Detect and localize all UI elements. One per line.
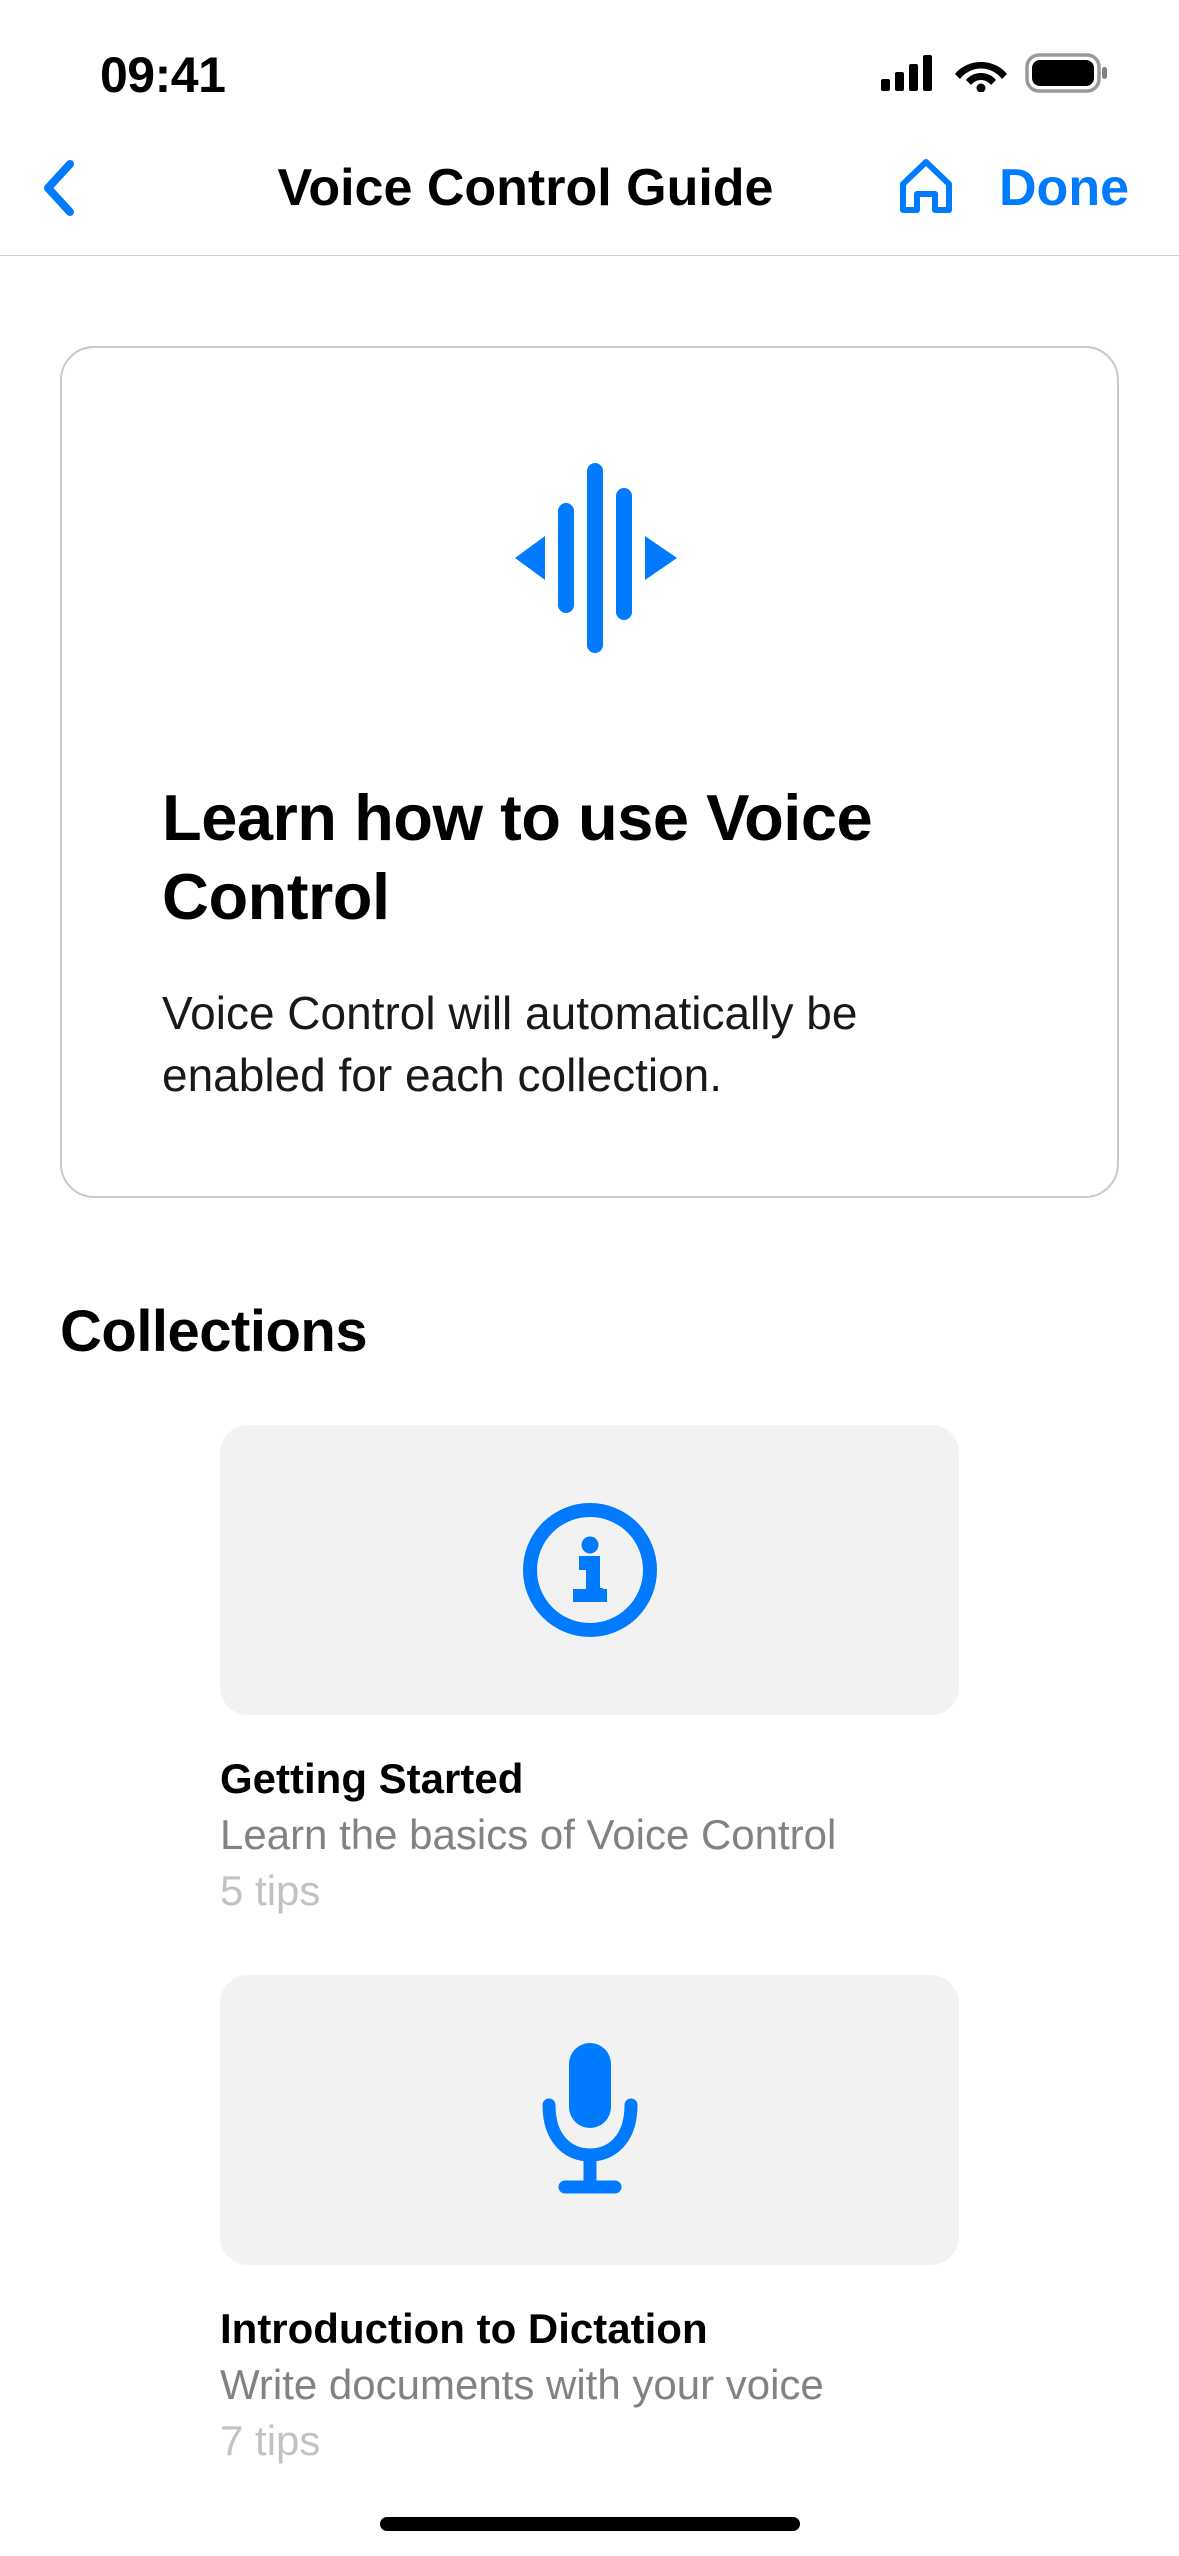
status-bar: 09:41: [0, 0, 1179, 130]
home-icon: [891, 150, 961, 220]
done-button[interactable]: Done: [999, 158, 1129, 218]
voice-control-icon: [162, 448, 1027, 668]
info-icon: [515, 1495, 665, 1645]
back-button[interactable]: [40, 158, 160, 218]
chevron-left-icon: [40, 158, 80, 218]
battery-icon: [1025, 53, 1109, 98]
home-button[interactable]: [891, 150, 961, 225]
collections-list: Getting Started Learn the basics of Voic…: [60, 1425, 1119, 2465]
collections-heading: Collections: [60, 1298, 1119, 1365]
collection-title: Introduction to Dictation: [220, 2305, 959, 2353]
home-indicator[interactable]: [380, 2517, 800, 2531]
main-content: Learn how to use Voice Control Voice Con…: [0, 256, 1179, 2465]
collection-intro-dictation[interactable]: Introduction to Dictation Write document…: [220, 1975, 959, 2465]
nav-title: Voice Control Guide: [160, 158, 891, 218]
collection-tips: 5 tips: [220, 1867, 959, 1915]
collection-desc: Learn the basics of Voice Control: [220, 1811, 959, 1859]
collection-getting-started[interactable]: Getting Started Learn the basics of Voic…: [220, 1425, 959, 1915]
hero-subtitle: Voice Control will automatically be enab…: [162, 982, 1027, 1106]
cellular-icon: [881, 55, 937, 96]
status-time: 09:41: [100, 46, 225, 104]
hero-title: Learn how to use Voice Control: [162, 778, 1027, 937]
microphone-icon: [525, 2035, 655, 2205]
collection-tips: 7 tips: [220, 2417, 959, 2465]
wifi-icon: [955, 54, 1007, 97]
status-icons: [881, 53, 1109, 98]
collection-icon-box: [220, 1425, 959, 1715]
nav-bar: Voice Control Guide Done: [0, 130, 1179, 256]
hero-card: Learn how to use Voice Control Voice Con…: [60, 346, 1119, 1198]
collection-title: Getting Started: [220, 1755, 959, 1803]
collection-icon-box: [220, 1975, 959, 2265]
collection-desc: Write documents with your voice: [220, 2361, 959, 2409]
